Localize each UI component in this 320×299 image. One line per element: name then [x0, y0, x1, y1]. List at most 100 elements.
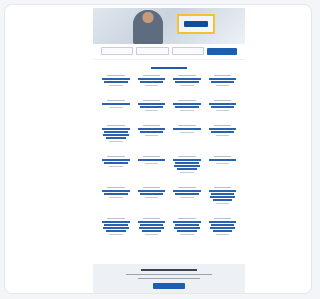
listing-category	[142, 100, 160, 101]
listing-card[interactable]	[137, 75, 167, 95]
listing-card[interactable]	[172, 100, 202, 120]
listing-meta	[109, 141, 123, 142]
listing-title-line	[209, 227, 235, 229]
hero-photo	[133, 10, 163, 44]
listing-card[interactable]	[137, 187, 167, 207]
listing-title-line	[139, 81, 163, 83]
listing-card[interactable]	[208, 156, 238, 176]
listing-title	[208, 103, 236, 105]
hero-banner	[93, 8, 245, 44]
listing-title-line	[175, 162, 199, 164]
listing-category	[178, 100, 196, 101]
footer-cta-button[interactable]	[153, 283, 185, 289]
listing-title	[208, 190, 236, 192]
listing-card[interactable]	[137, 218, 167, 244]
listing-title-line	[139, 131, 163, 133]
company-logo-icon[interactable]	[177, 14, 215, 34]
listing-title-line	[175, 106, 199, 108]
listing-category	[142, 156, 160, 157]
listing-title	[208, 221, 236, 223]
listing-title-line	[210, 193, 234, 195]
listing-card[interactable]	[208, 187, 238, 213]
listing-card[interactable]	[101, 125, 131, 151]
listing-category	[213, 125, 231, 126]
listing-category	[213, 218, 231, 219]
listing-category	[213, 75, 231, 76]
listing-title	[173, 128, 201, 130]
listing-grid	[93, 75, 245, 244]
listing-title-line	[177, 168, 197, 170]
listing-card[interactable]	[172, 125, 202, 145]
listing-meta	[215, 135, 229, 136]
listing-card[interactable]	[137, 100, 167, 120]
listing-title-line	[174, 227, 200, 229]
listing-title-line	[106, 230, 126, 232]
listing-category	[107, 100, 125, 101]
listing-category	[213, 187, 231, 188]
preview-frame	[4, 4, 312, 294]
listing-card[interactable]	[172, 156, 202, 182]
listing-title-line	[104, 81, 128, 83]
listing-title	[137, 78, 165, 80]
listing-title	[102, 78, 130, 80]
category-select[interactable]	[136, 47, 169, 55]
listing-card[interactable]	[172, 218, 202, 244]
listing-meta	[180, 132, 194, 133]
listing-card[interactable]	[137, 125, 167, 145]
listing-card[interactable]	[101, 75, 131, 95]
location-input[interactable]	[171, 47, 204, 55]
listing-title-line	[209, 196, 235, 198]
listing-meta	[215, 203, 229, 204]
listing-card[interactable]	[101, 187, 131, 207]
listing-title-line	[104, 162, 128, 164]
listing-title-line	[177, 230, 197, 232]
keyword-input[interactable]	[101, 47, 134, 55]
listing-title-line	[103, 227, 129, 229]
listing-title	[137, 221, 165, 223]
listing-category	[213, 156, 231, 157]
listing-title	[137, 128, 165, 130]
listing-meta	[109, 197, 123, 198]
listing-title-line	[106, 137, 126, 139]
listing-card[interactable]	[172, 75, 202, 95]
listing-title	[173, 190, 201, 192]
listing-title-line	[103, 134, 129, 136]
section-title	[151, 66, 187, 70]
listing-category	[178, 218, 196, 219]
listing-title	[173, 78, 201, 80]
listing-title-line	[104, 224, 128, 226]
search-bar	[93, 44, 245, 60]
listing-card[interactable]	[208, 75, 238, 95]
listing-category	[142, 125, 160, 126]
listing-title	[102, 159, 130, 161]
listing-meta	[180, 172, 194, 173]
listing-title-line	[212, 230, 232, 232]
listing-title-line	[210, 224, 234, 226]
job-board-page	[93, 8, 245, 293]
listing-meta	[144, 197, 158, 198]
listing-card[interactable]	[101, 218, 131, 244]
listing-card[interactable]	[101, 100, 131, 120]
listing-card[interactable]	[208, 125, 238, 145]
listing-card[interactable]	[172, 187, 202, 207]
listing-meta	[215, 163, 229, 164]
listing-category	[107, 125, 125, 126]
listing-card[interactable]	[101, 156, 131, 176]
listing-category	[178, 156, 196, 157]
listing-title	[102, 190, 130, 192]
listing-card[interactable]	[137, 156, 167, 176]
listing-title-line	[139, 224, 163, 226]
listing-category	[142, 218, 160, 219]
listing-card[interactable]	[208, 218, 238, 244]
search-button[interactable]	[206, 47, 237, 55]
listing-category	[107, 218, 125, 219]
listing-meta	[109, 166, 123, 167]
listing-category	[178, 75, 196, 76]
listing-meta	[215, 110, 229, 111]
listing-meta	[109, 107, 123, 108]
listing-title-line	[139, 106, 163, 108]
listing-card[interactable]	[208, 100, 238, 120]
listing-meta	[144, 163, 158, 164]
listing-category	[142, 75, 160, 76]
listing-meta	[109, 234, 123, 235]
